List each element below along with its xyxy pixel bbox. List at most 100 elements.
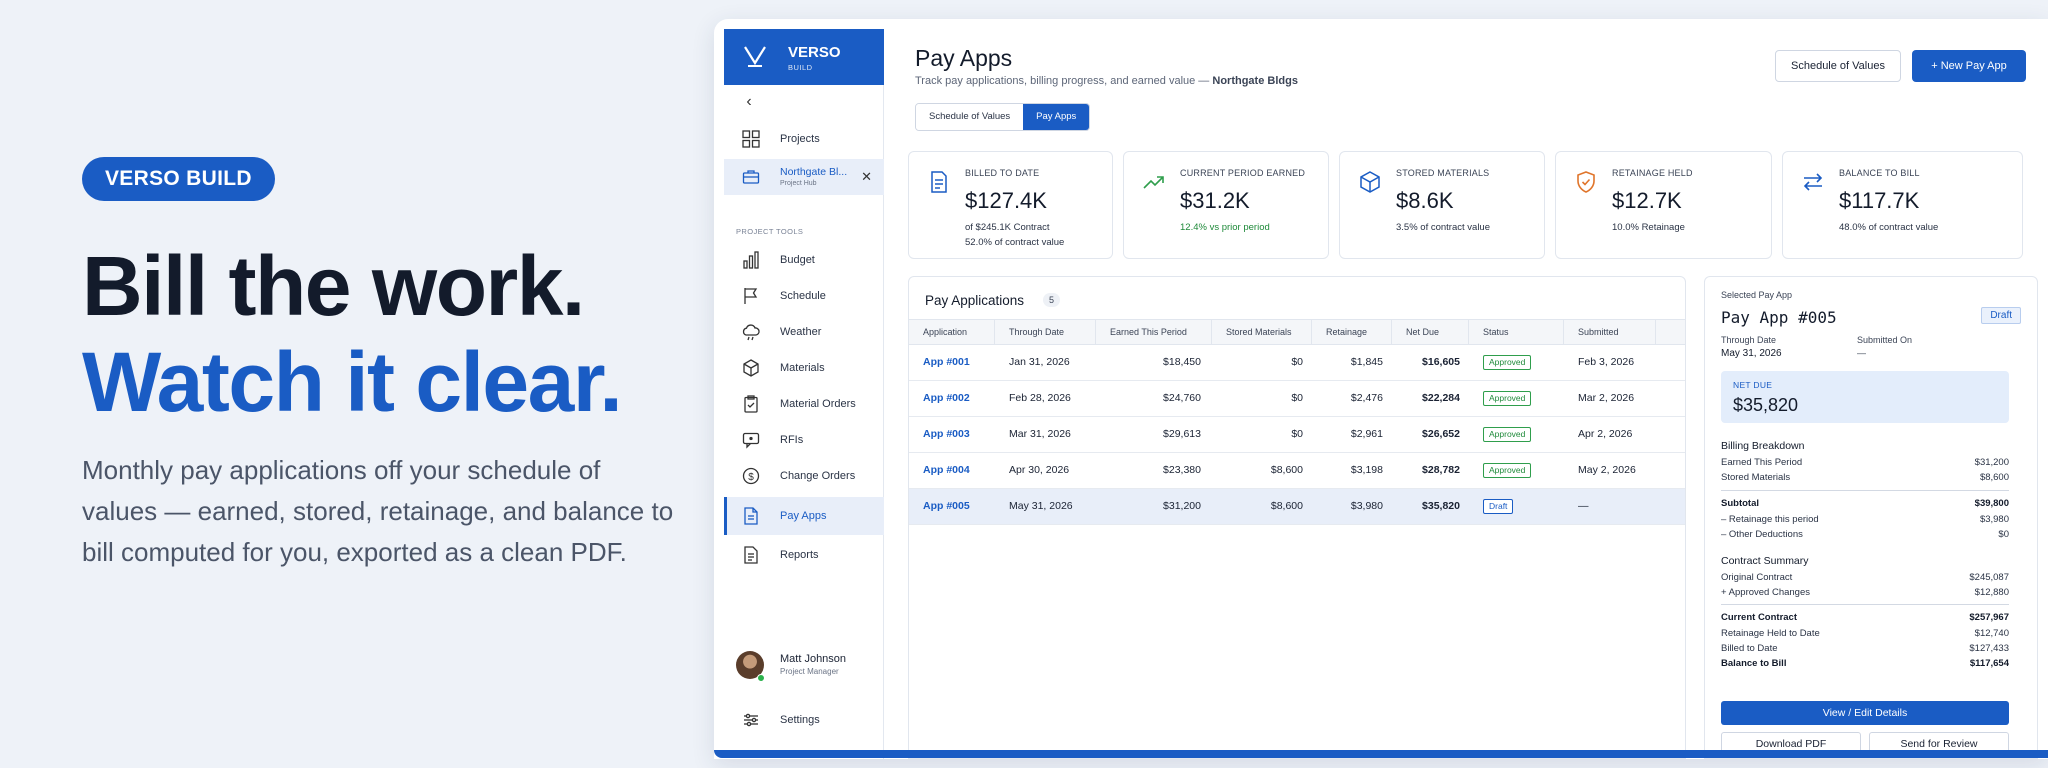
sidebar-item-label: Reports <box>780 549 819 561</box>
sidebar-item-label: RFIs <box>780 434 804 446</box>
hero-subtitle: Monthly pay applications off your schedu… <box>82 455 674 567</box>
project-name: Northgate Bl... <box>780 166 848 178</box>
column-header[interactable]: Earned This Period <box>1096 320 1212 344</box>
status-badge: Approved <box>1483 463 1532 478</box>
sidebar-item-projects[interactable]: Projects <box>724 121 884 157</box>
app-link[interactable]: App #001 <box>923 345 970 380</box>
tab-schedule-of-values[interactable]: Schedule of Values <box>916 104 1024 130</box>
table-row[interactable]: App #001 Jan 31, 2026 $18,450 $0 $1,845 … <box>909 345 1685 381</box>
sidebar-item-settings[interactable]: Settings <box>724 702 884 738</box>
line-value: $127,433 <box>1969 643 2009 654</box>
column-header[interactable]: Stored Materials <box>1212 320 1312 344</box>
kpi-detail: 12.4% vs prior period <box>1180 222 1270 233</box>
current-project[interactable]: Northgate Bl... Project Hub ✕ <box>724 159 884 195</box>
column-header[interactable]: Application <box>909 320 995 344</box>
new-pay-app-button[interactable]: + New Pay App <box>1912 50 2026 82</box>
sidebar-item-materials[interactable]: Materials <box>724 350 884 386</box>
retainage-value: $3,980 <box>1350 500 1383 512</box>
user-profile[interactable]: Matt Johnson Project Manager <box>724 649 884 689</box>
table-row-selected[interactable]: App #005 May 31, 2026 $31,200 $8,600 $3,… <box>909 489 1685 525</box>
headline-line-2: Watch it clear. <box>82 335 623 429</box>
brand-sub: BUILD <box>788 63 813 72</box>
sidebar-item-label: Materials <box>780 362 825 374</box>
cube-icon <box>743 359 759 377</box>
kpi-current-period-earned: CURRENT PERIOD EARNED $31.2K 12.4% vs pr… <box>1123 151 1329 259</box>
kpi-detail: 3.5% of contract value <box>1396 222 1490 233</box>
submitted-date: — <box>1578 500 1589 512</box>
sidebar-item-label: Settings <box>780 714 820 726</box>
sidebar-item-change-orders[interactable]: $ Change Orders <box>724 458 884 494</box>
sidebar-item-rfis[interactable]: RFIs <box>724 422 884 458</box>
kpi-label: STORED MATERIALS <box>1396 168 1490 178</box>
line-value: $31,200 <box>1974 457 2009 468</box>
kpi-label: RETAINAGE HELD <box>1612 168 1693 178</box>
through-date: May 31, 2026 <box>1009 500 1073 512</box>
online-status-dot <box>757 674 765 682</box>
table-title: Pay Applications <box>925 293 1025 308</box>
kpi-value: $8.6K <box>1396 188 1454 213</box>
sidebar-item-weather[interactable]: Weather <box>724 314 884 350</box>
contract-line: + Approved Changes $12,880 <box>1721 587 2009 601</box>
collapse-sidebar-chevron-icon[interactable]: ‹ <box>738 91 760 113</box>
sidebar-item-pay-apps[interactable]: Pay Apps <box>724 497 884 535</box>
kpi-detail: of $245.1K Contract <box>965 222 1050 233</box>
page-subtitle: Track pay applications, billing progress… <box>915 75 1298 87</box>
column-header[interactable]: Net Due <box>1392 320 1469 344</box>
kpi-balance-to-bill: BALANCE TO BILL $117.7K 48.0% of contrac… <box>1782 151 2023 259</box>
sidebar-item-label: Budget <box>780 254 815 266</box>
bar-chart-icon <box>743 251 759 269</box>
table-row[interactable]: App #003 Mar 31, 2026 $29,613 $0 $2,961 … <box>909 417 1685 453</box>
sidebar-item-reports[interactable]: Reports <box>724 537 884 573</box>
current-contract-line: Current Contract $257,967 <box>1721 612 2009 626</box>
table-row[interactable]: App #004 Apr 30, 2026 $23,380 $8,600 $3,… <box>909 453 1685 489</box>
line-value: $8,600 <box>1979 472 2009 483</box>
column-header[interactable]: Submitted <box>1564 320 1656 344</box>
cloud-icon <box>742 324 760 341</box>
through-value: May 31, 2026 <box>1721 348 1782 359</box>
close-project-icon[interactable]: ✕ <box>861 169 872 185</box>
dollar-circle-icon: $ <box>742 467 760 485</box>
line-value: $12,740 <box>1974 628 2009 639</box>
earned-value: $31,200 <box>1163 500 1201 512</box>
page-title: Pay Apps <box>915 45 1013 71</box>
view-toggle: Schedule of Values Pay Apps <box>915 103 1091 131</box>
stored-value: $0 <box>1291 356 1303 368</box>
table-row[interactable]: App #002 Feb 28, 2026 $24,760 $0 $2,476 … <box>909 381 1685 417</box>
app-link[interactable]: App #003 <box>923 417 970 452</box>
pay-applications-panel: Pay Applications 5 Application Through D… <box>908 276 1686 759</box>
contract-summary-title: Contract Summary <box>1721 555 1809 567</box>
column-header[interactable]: Retainage <box>1312 320 1392 344</box>
view-edit-details-button[interactable]: View / Edit Details <box>1721 701 2009 725</box>
stored-value: $0 <box>1291 428 1303 440</box>
kpi-value: $117.7K <box>1839 188 1920 213</box>
sidebar-item-label: Change Orders <box>780 470 856 482</box>
tab-pay-apps[interactable]: Pay Apps <box>1023 104 1090 130</box>
subtitle-project: Northgate Bldgs <box>1212 75 1298 87</box>
sidebar-item-label: Weather <box>780 326 822 338</box>
subtitle-text: Track pay applications, billing progress… <box>915 75 1213 87</box>
kpi-detail: 48.0% of contract value <box>1839 222 1939 233</box>
net-due-value: $35,820 <box>1422 500 1460 512</box>
stored-value: $8,600 <box>1270 464 1303 476</box>
app-link[interactable]: App #004 <box>923 453 970 488</box>
retainage-value: $1,845 <box>1350 356 1383 368</box>
user-name: Matt Johnson <box>780 653 847 665</box>
app-link[interactable]: App #002 <box>923 381 970 416</box>
schedule-of-values-button[interactable]: Schedule of Values <box>1775 50 1901 82</box>
sidebar-item-schedule[interactable]: Schedule <box>724 278 884 314</box>
sidebar-item-material-orders[interactable]: Material Orders <box>724 386 884 422</box>
billing-line: Stored Materials $8,600 <box>1721 472 2009 486</box>
line-label: Subtotal <box>1721 498 1759 509</box>
submitted-date: Mar 2, 2026 <box>1578 392 1635 404</box>
kpi-detail: 10.0% Retainage <box>1612 222 1685 233</box>
column-header[interactable]: Status <box>1469 320 1564 344</box>
through-label: Through Date <box>1721 335 1777 345</box>
sidebar: VERSO BUILD ‹ Projects Northgate Bl... P… <box>724 29 884 759</box>
column-header[interactable]: Through Date <box>995 320 1096 344</box>
submitted-date: May 2, 2026 <box>1578 464 1636 476</box>
chat-icon <box>742 432 760 449</box>
svg-text:$: $ <box>748 472 754 483</box>
cube-icon <box>1360 171 1380 193</box>
sidebar-item-budget[interactable]: Budget <box>724 242 884 278</box>
app-link[interactable]: App #005 <box>923 489 970 524</box>
